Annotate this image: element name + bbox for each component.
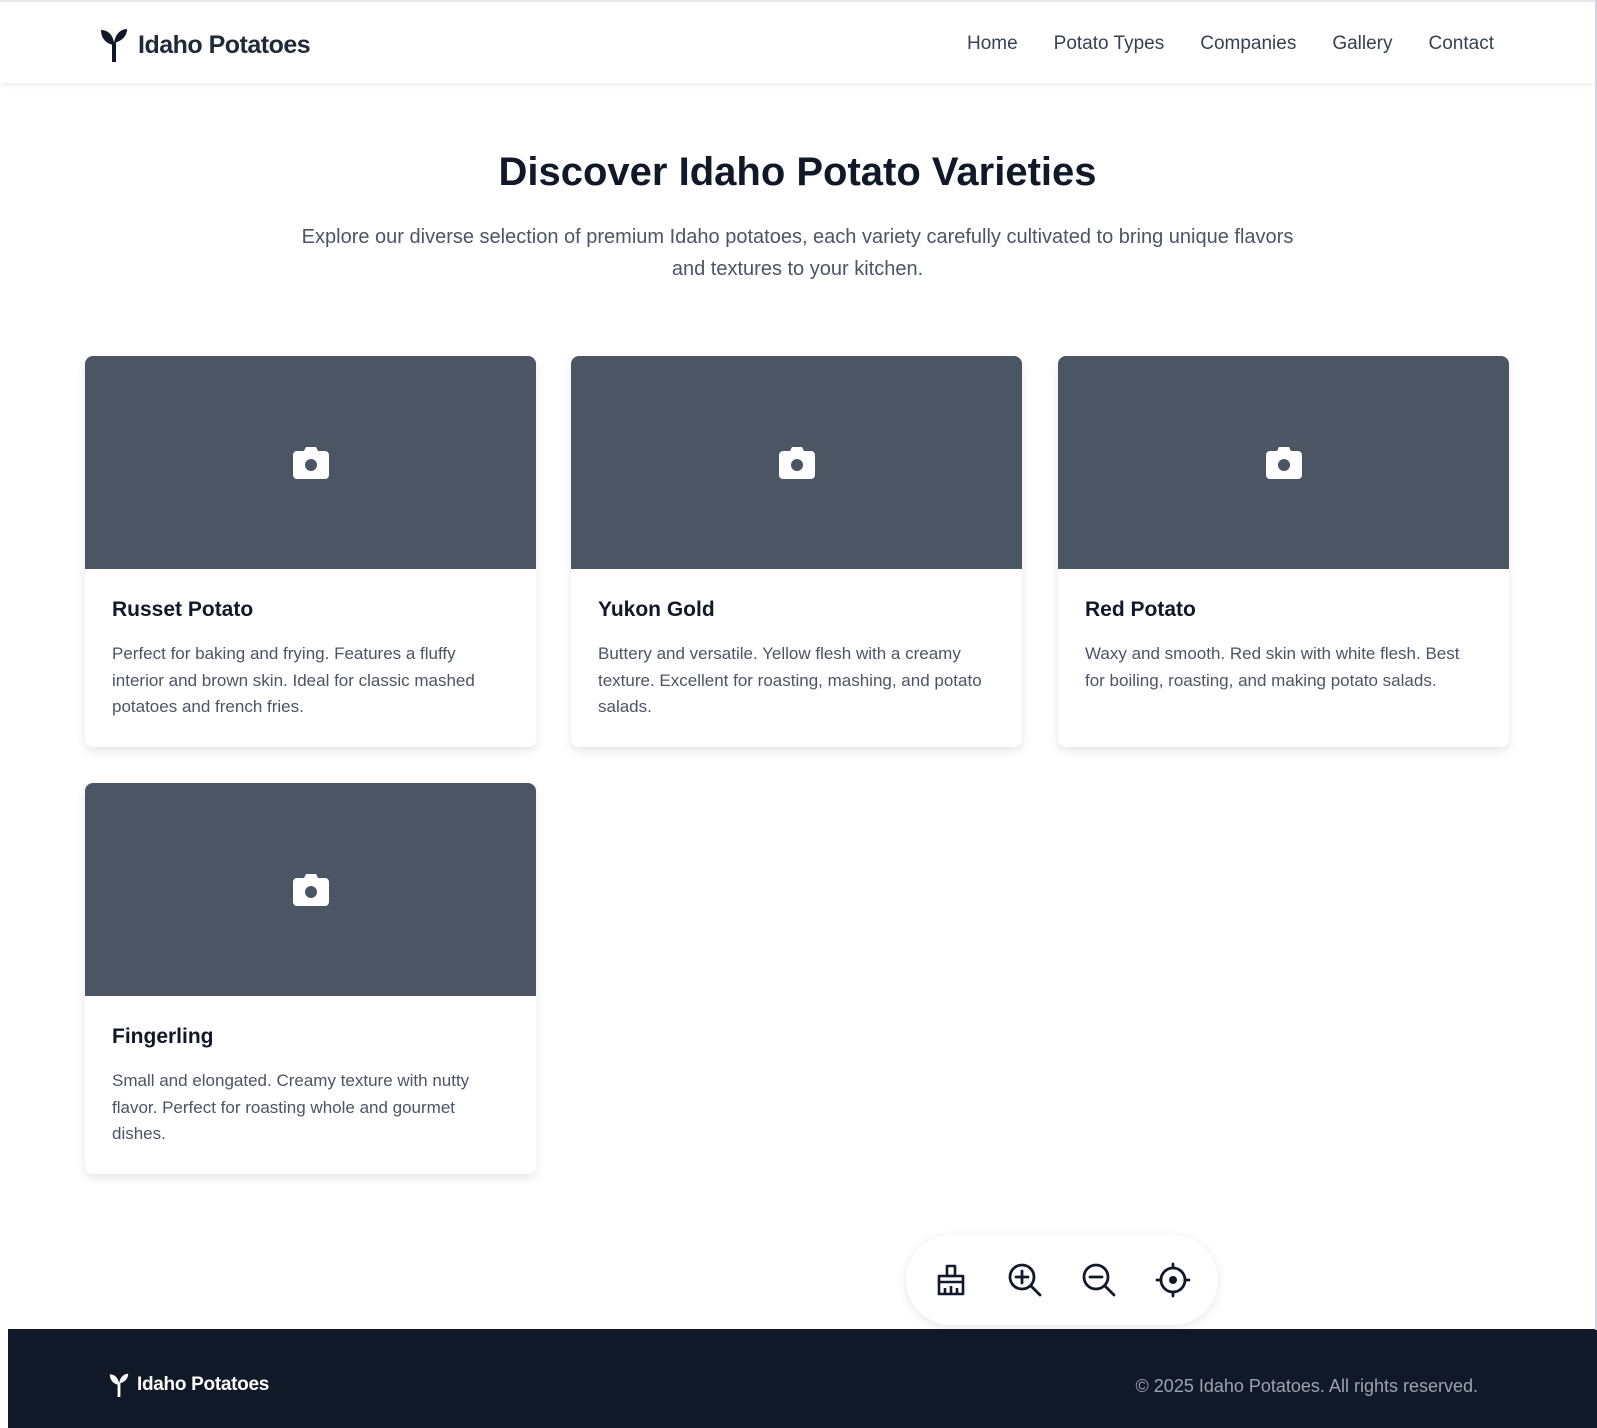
page: Idaho Potatoes Home Potato Types Compani… bbox=[0, 0, 1597, 1428]
card-title: Fingerling bbox=[112, 1025, 214, 1048]
card-description: Small and elongated. Creamy texture with… bbox=[112, 1071, 470, 1143]
camera-icon bbox=[778, 446, 815, 479]
footer-brand-name: Idaho Potatoes bbox=[137, 1374, 269, 1395]
floating-toolbar bbox=[906, 1235, 1218, 1325]
sprout-icon bbox=[109, 1373, 129, 1397]
card-body: Red Potato Waxy and smooth. Red skin wit… bbox=[1058, 569, 1509, 694]
zoom-in-button[interactable] bbox=[1007, 1262, 1043, 1298]
site-footer: Idaho Potatoes © 2025 Idaho Potatoes. Al… bbox=[8, 1329, 1597, 1428]
footer-brand: Idaho Potatoes bbox=[109, 1373, 269, 1397]
zoom-out-button[interactable] bbox=[1081, 1262, 1117, 1298]
nav-potato-types[interactable]: Potato Types bbox=[1054, 33, 1165, 55]
page-subtitle: Explore our diverse selection of premium… bbox=[301, 226, 1294, 280]
card-title: Yukon Gold bbox=[598, 598, 715, 621]
potato-card-yukon-gold[interactable]: Yukon Gold Buttery and versatile. Yellow… bbox=[571, 356, 1022, 747]
card-image-placeholder bbox=[85, 783, 536, 996]
crosshair-icon bbox=[1155, 1262, 1191, 1298]
camera-icon bbox=[292, 873, 329, 906]
card-description: Waxy and smooth. Red skin with white fle… bbox=[1085, 644, 1460, 690]
card-description: Buttery and versatile. Yellow flesh with… bbox=[598, 644, 982, 716]
camera-icon bbox=[292, 446, 329, 479]
broom-icon bbox=[937, 1264, 965, 1296]
zoom-out-icon bbox=[1082, 1263, 1116, 1297]
nav-companies[interactable]: Companies bbox=[1200, 33, 1296, 55]
site-header: Idaho Potatoes Home Potato Types Compani… bbox=[0, 0, 1595, 83]
main-nav: Home Potato Types Companies Gallery Cont… bbox=[967, 33, 1494, 55]
brand-logo[interactable]: Idaho Potatoes bbox=[100, 28, 311, 62]
nav-home[interactable]: Home bbox=[967, 33, 1018, 55]
card-image-placeholder bbox=[85, 356, 536, 569]
potato-card-fingerling[interactable]: Fingerling Small and elongated. Creamy t… bbox=[85, 783, 536, 1174]
potato-card-russet[interactable]: Russet Potato Perfect for baking and fry… bbox=[85, 356, 536, 747]
nav-contact[interactable]: Contact bbox=[1429, 33, 1494, 55]
card-image-placeholder bbox=[571, 356, 1022, 569]
sprout-icon bbox=[101, 29, 127, 62]
clear-button[interactable] bbox=[933, 1262, 969, 1298]
card-body: Fingerling Small and elongated. Creamy t… bbox=[85, 996, 536, 1148]
zoom-in-icon bbox=[1008, 1263, 1042, 1297]
card-title: Red Potato bbox=[1085, 598, 1196, 621]
nav-gallery[interactable]: Gallery bbox=[1332, 33, 1392, 55]
card-body: Yukon Gold Buttery and versatile. Yellow… bbox=[571, 569, 1022, 721]
copyright-text: © 2025 Idaho Potatoes. All rights reserv… bbox=[1135, 1376, 1478, 1396]
brand-name: Idaho Potatoes bbox=[138, 30, 311, 59]
camera-icon bbox=[1265, 446, 1302, 479]
card-image-placeholder bbox=[1058, 356, 1509, 569]
page-title: Discover Idaho Potato Varieties bbox=[498, 150, 1097, 194]
card-title: Russet Potato bbox=[112, 598, 254, 621]
card-description: Perfect for baking and frying. Features … bbox=[112, 644, 475, 716]
potato-card-red[interactable]: Red Potato Waxy and smooth. Red skin wit… bbox=[1058, 356, 1509, 747]
recenter-button[interactable] bbox=[1155, 1262, 1191, 1298]
card-body: Russet Potato Perfect for baking and fry… bbox=[85, 569, 536, 721]
